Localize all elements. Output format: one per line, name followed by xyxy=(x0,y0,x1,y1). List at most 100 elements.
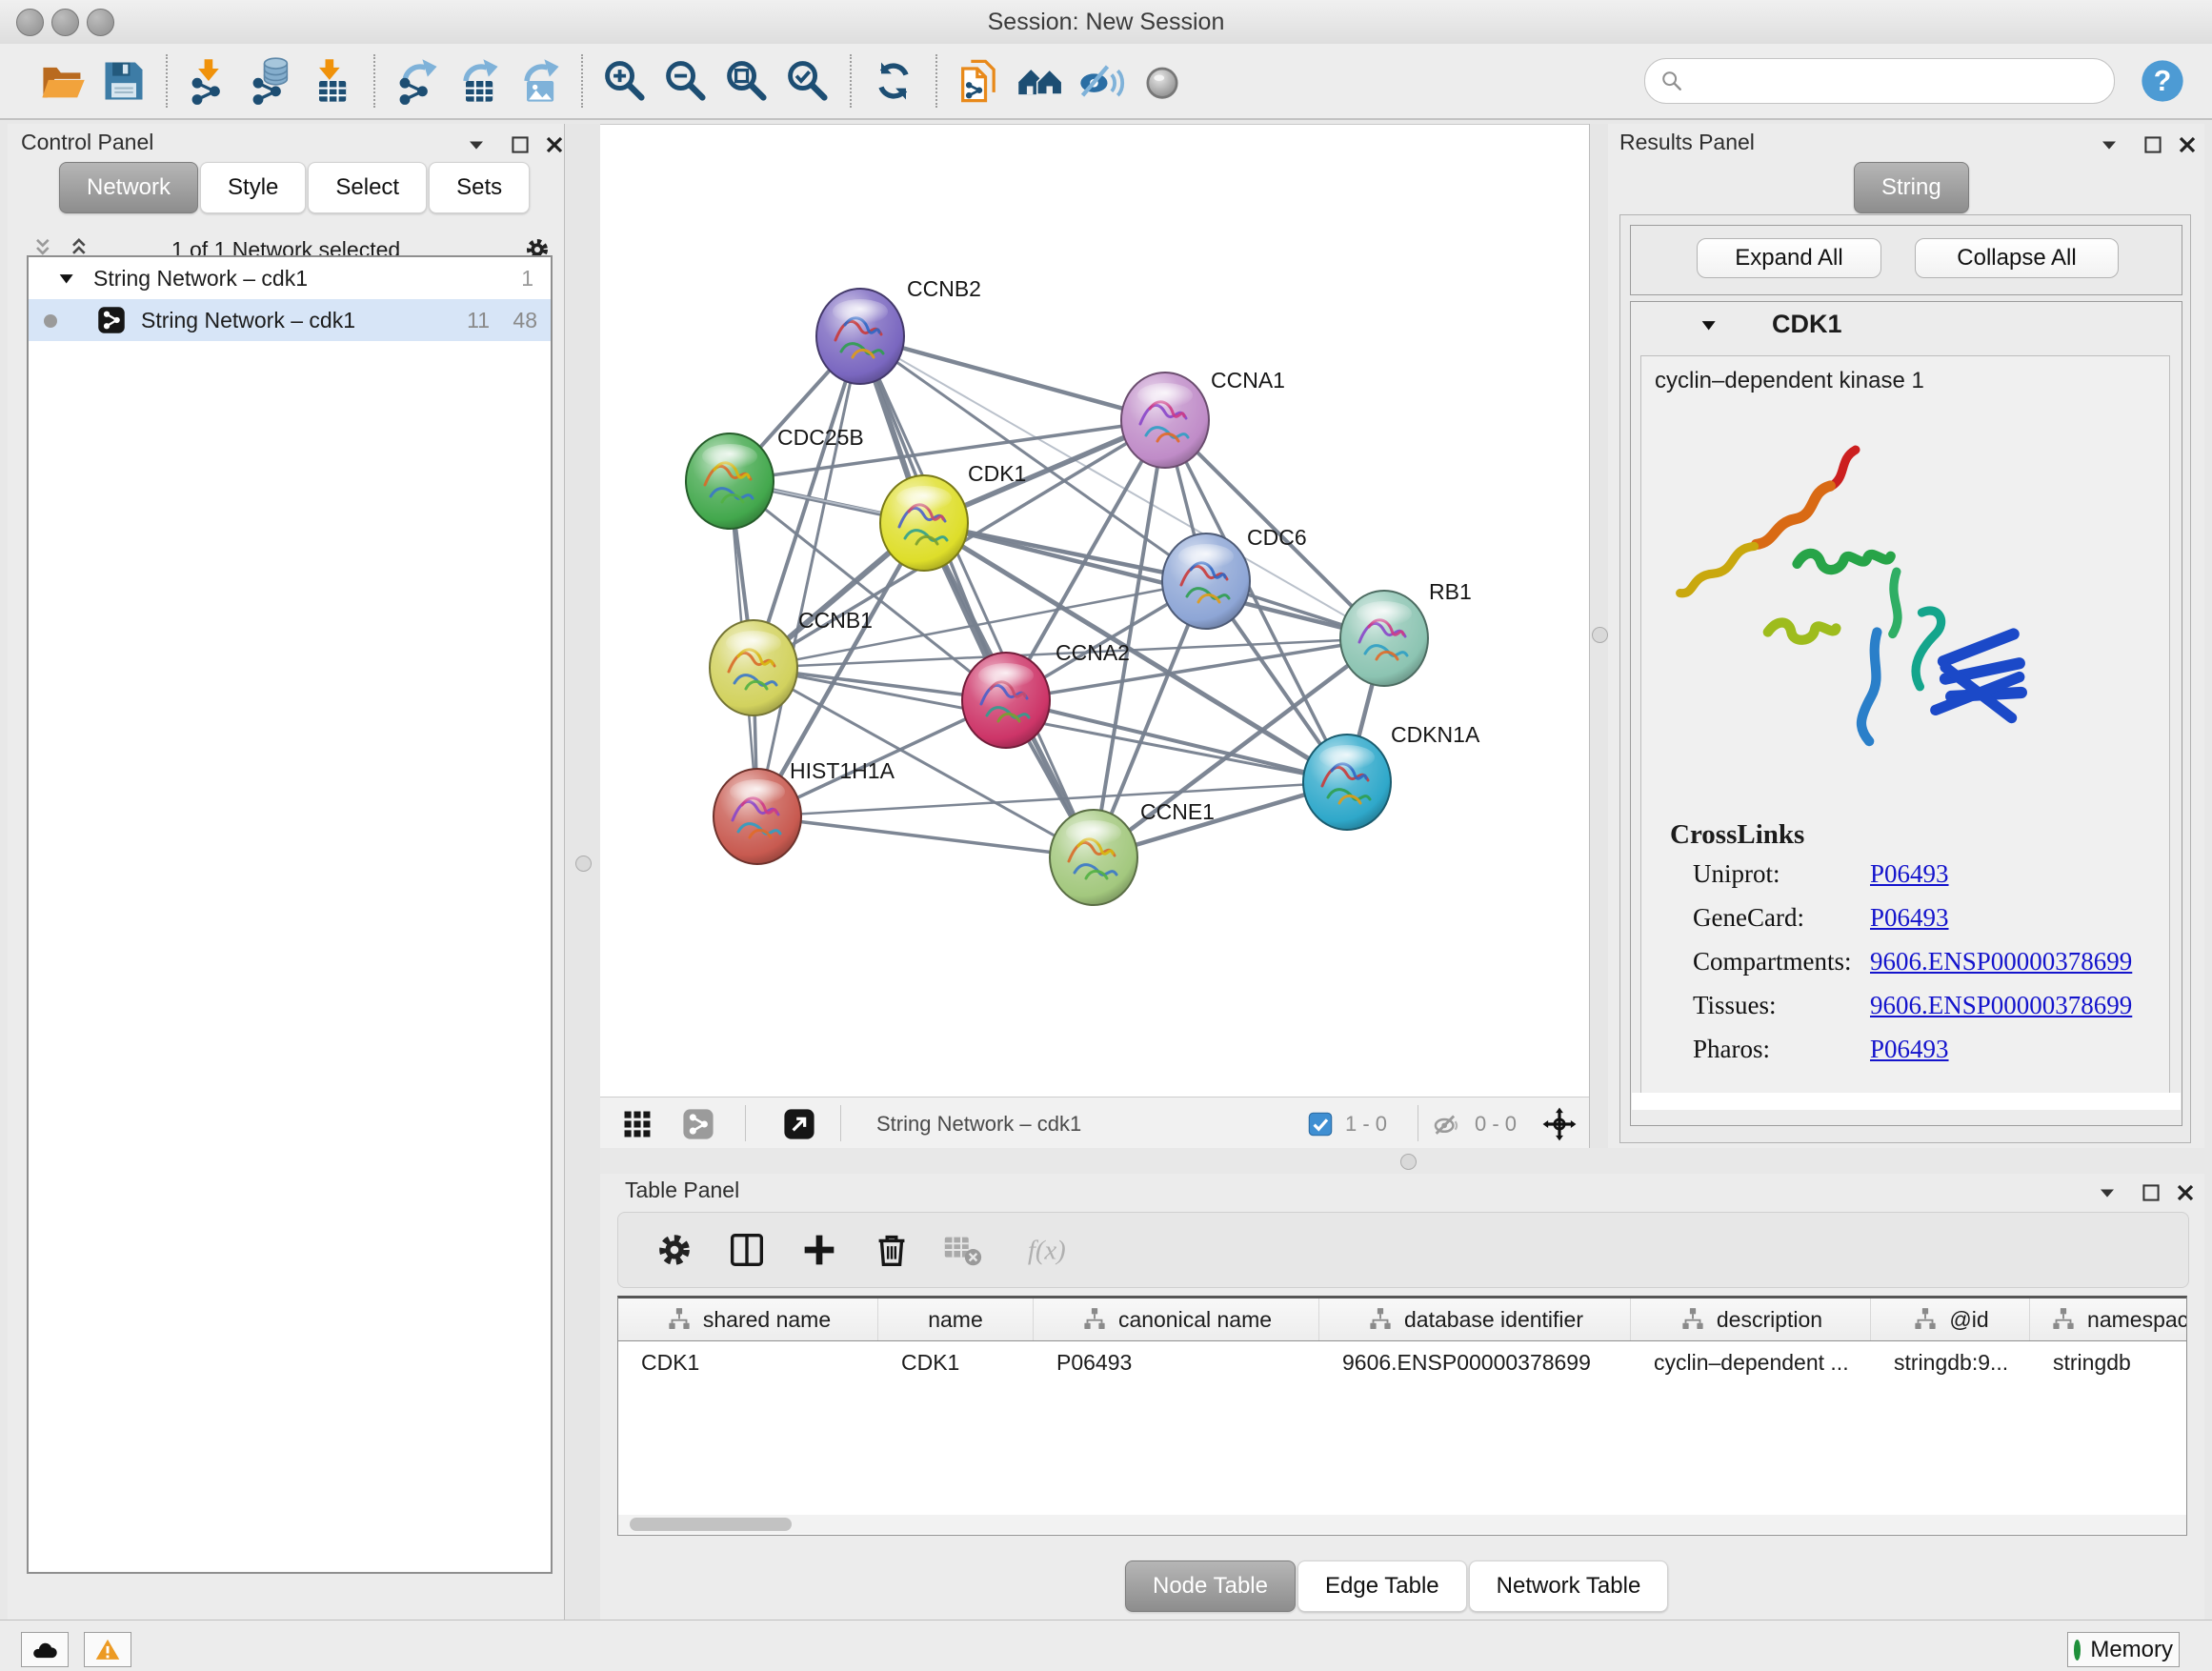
column-header-canonical-name[interactable]: canonical name xyxy=(1034,1299,1319,1340)
bottom-splitter[interactable] xyxy=(600,1148,2212,1174)
left-splitter[interactable] xyxy=(564,124,602,1620)
collection-expander-icon[interactable] xyxy=(55,265,82,292)
delete-column-icon[interactable] xyxy=(870,1228,914,1272)
table-cell[interactable]: CDK1 xyxy=(618,1341,878,1383)
table-hscrollbar-thumb[interactable] xyxy=(630,1518,792,1531)
show-graphics-details-button[interactable] xyxy=(1132,50,1193,111)
import-network-from-file-button[interactable] xyxy=(179,50,240,111)
export-network-button[interactable] xyxy=(387,50,448,111)
hidden-eye-icon[interactable] xyxy=(1431,1108,1463,1140)
help-button[interactable]: ? xyxy=(2138,56,2187,106)
table-panel-float-button[interactable] xyxy=(2094,1179,2121,1206)
grid-view-icon[interactable] xyxy=(621,1108,654,1140)
network-overview-icon[interactable] xyxy=(682,1108,714,1140)
tab-sets[interactable]: Sets xyxy=(429,162,530,213)
network-edge[interactable] xyxy=(757,336,860,816)
node-result-header[interactable]: CDK1 xyxy=(1631,302,2182,350)
network-canvas[interactable]: CCNB2CCNA1CDC25BCDK1CDC6RB1CCNB1CCNA2CDK… xyxy=(600,125,1589,1097)
results-panel-close-button[interactable] xyxy=(2174,131,2201,158)
table-cell[interactable]: stringdb:9... xyxy=(1871,1341,2030,1383)
right-splitter-handle[interactable] xyxy=(1592,627,1608,643)
crosslink-link[interactable]: 9606.ENSP00000378699 xyxy=(1870,947,2132,976)
export-image-button[interactable] xyxy=(509,50,570,111)
right-splitter[interactable] xyxy=(1589,124,1610,1148)
results-panel-float-button[interactable] xyxy=(2096,131,2122,158)
tab-edge-table[interactable]: Edge Table xyxy=(1297,1560,1467,1612)
column-header-name[interactable]: name xyxy=(878,1299,1034,1340)
network-node-CDC25B[interactable]: CDC25B xyxy=(686,425,864,529)
cloud-button[interactable] xyxy=(21,1632,69,1667)
show-columns-icon[interactable] xyxy=(725,1228,769,1272)
table-panel-maximize-button[interactable] xyxy=(2138,1179,2164,1206)
collapse-all-button[interactable]: Collapse All xyxy=(1915,238,2119,278)
zoom-selected-button[interactable] xyxy=(777,50,838,111)
crosslink-link[interactable]: P06493 xyxy=(1870,1035,1949,1064)
network-row[interactable]: String Network – cdk1 11 48 xyxy=(29,299,551,341)
pan-crosshair-icon[interactable] xyxy=(1541,1106,1578,1142)
control-panel-float-button[interactable] xyxy=(463,131,490,158)
crosslink-link[interactable]: P06493 xyxy=(1870,903,1949,933)
open-session-button[interactable] xyxy=(32,50,93,111)
left-splitter-handle[interactable] xyxy=(575,856,592,872)
network-edge[interactable] xyxy=(757,816,1094,857)
zoom-fit-button[interactable] xyxy=(716,50,777,111)
import-network-from-database-button[interactable] xyxy=(240,50,301,111)
table-cell[interactable]: cyclin–dependent ... xyxy=(1631,1341,1871,1383)
crosslink-link[interactable]: P06493 xyxy=(1870,859,1949,889)
crosslink-link[interactable]: 9606.ENSP00000378699 xyxy=(1870,991,2132,1020)
column-header-namespace[interactable]: namespace xyxy=(2030,1299,2187,1340)
table-cell[interactable]: P06493 xyxy=(1034,1341,1319,1383)
tab-network[interactable]: Network xyxy=(59,162,198,213)
tab-string[interactable]: String xyxy=(1854,162,1969,213)
table-cell[interactable]: stringdb xyxy=(2030,1341,2187,1383)
zoom-out-button[interactable] xyxy=(655,50,716,111)
open-in-new-window-icon[interactable] xyxy=(783,1108,815,1140)
network-node-CDKN1A[interactable]: CDKN1A xyxy=(1303,722,1480,830)
warnings-button[interactable] xyxy=(84,1632,131,1667)
memory-button[interactable]: Memory xyxy=(2067,1632,2180,1667)
export-table-button[interactable] xyxy=(448,50,509,111)
network-collection-row[interactable]: String Network – cdk1 1 xyxy=(29,257,551,299)
column-header-id[interactable]: @id xyxy=(1871,1299,2030,1340)
apply-layout-button[interactable] xyxy=(863,50,924,111)
expand-all-button[interactable]: Expand All xyxy=(1697,238,1881,278)
share-document-button[interactable] xyxy=(949,50,1010,111)
bottom-splitter-handle[interactable] xyxy=(1400,1154,1417,1170)
network-node-CCNA1[interactable]: CCNA1 xyxy=(1121,368,1285,468)
save-session-button[interactable] xyxy=(93,50,154,111)
network-node-CCNA2[interactable]: CCNA2 xyxy=(962,640,1130,748)
network-edge[interactable] xyxy=(757,782,1347,816)
network-node-CCNE1[interactable]: CCNE1 xyxy=(1050,799,1215,905)
network-node-RB1[interactable]: RB1 xyxy=(1340,579,1472,686)
table-panel-close-button[interactable] xyxy=(2172,1179,2199,1206)
table-row[interactable]: CDK1CDK1P064939606.ENSP00000378699cyclin… xyxy=(618,1341,2186,1383)
search-input[interactable] xyxy=(1695,62,2099,100)
network-home-button[interactable] xyxy=(1010,50,1071,111)
control-panel-maximize-button[interactable] xyxy=(507,131,533,158)
network-edge[interactable] xyxy=(860,336,1165,420)
table-options-icon[interactable] xyxy=(653,1228,696,1272)
import-table-from-file-button[interactable] xyxy=(301,50,362,111)
table-cell[interactable]: CDK1 xyxy=(878,1341,1034,1383)
create-column-icon[interactable] xyxy=(797,1228,841,1272)
column-header-description[interactable]: description xyxy=(1631,1299,1871,1340)
apply-function-icon[interactable]: f(x) xyxy=(1013,1228,1079,1272)
table-hscrollbar[interactable] xyxy=(618,1515,2186,1534)
tab-select[interactable]: Select xyxy=(308,162,427,213)
clear-table-icon[interactable] xyxy=(940,1228,984,1272)
table-cell[interactable]: 9606.ENSP00000378699 xyxy=(1319,1341,1631,1383)
tab-node-table[interactable]: Node Table xyxy=(1125,1560,1296,1612)
tab-style[interactable]: Style xyxy=(200,162,306,213)
column-header-shared-name[interactable]: shared name xyxy=(618,1299,878,1340)
hide-graphics-details-button[interactable] xyxy=(1071,50,1132,111)
column-header-database-identifier[interactable]: database identifier xyxy=(1319,1299,1631,1340)
network-node-CCNB1[interactable]: CCNB1 xyxy=(710,608,873,715)
network-edge[interactable] xyxy=(860,336,1094,857)
results-hscrollbar[interactable] xyxy=(1632,1093,2181,1110)
zoom-in-button[interactable] xyxy=(594,50,655,111)
network-node-CCNB2[interactable]: CCNB2 xyxy=(816,276,981,384)
tab-network-table[interactable]: Network Table xyxy=(1469,1560,1669,1612)
results-panel-maximize-button[interactable] xyxy=(2140,131,2166,158)
selected-checkbox-icon[interactable] xyxy=(1307,1111,1334,1137)
section-expander-icon[interactable] xyxy=(1698,313,1724,340)
